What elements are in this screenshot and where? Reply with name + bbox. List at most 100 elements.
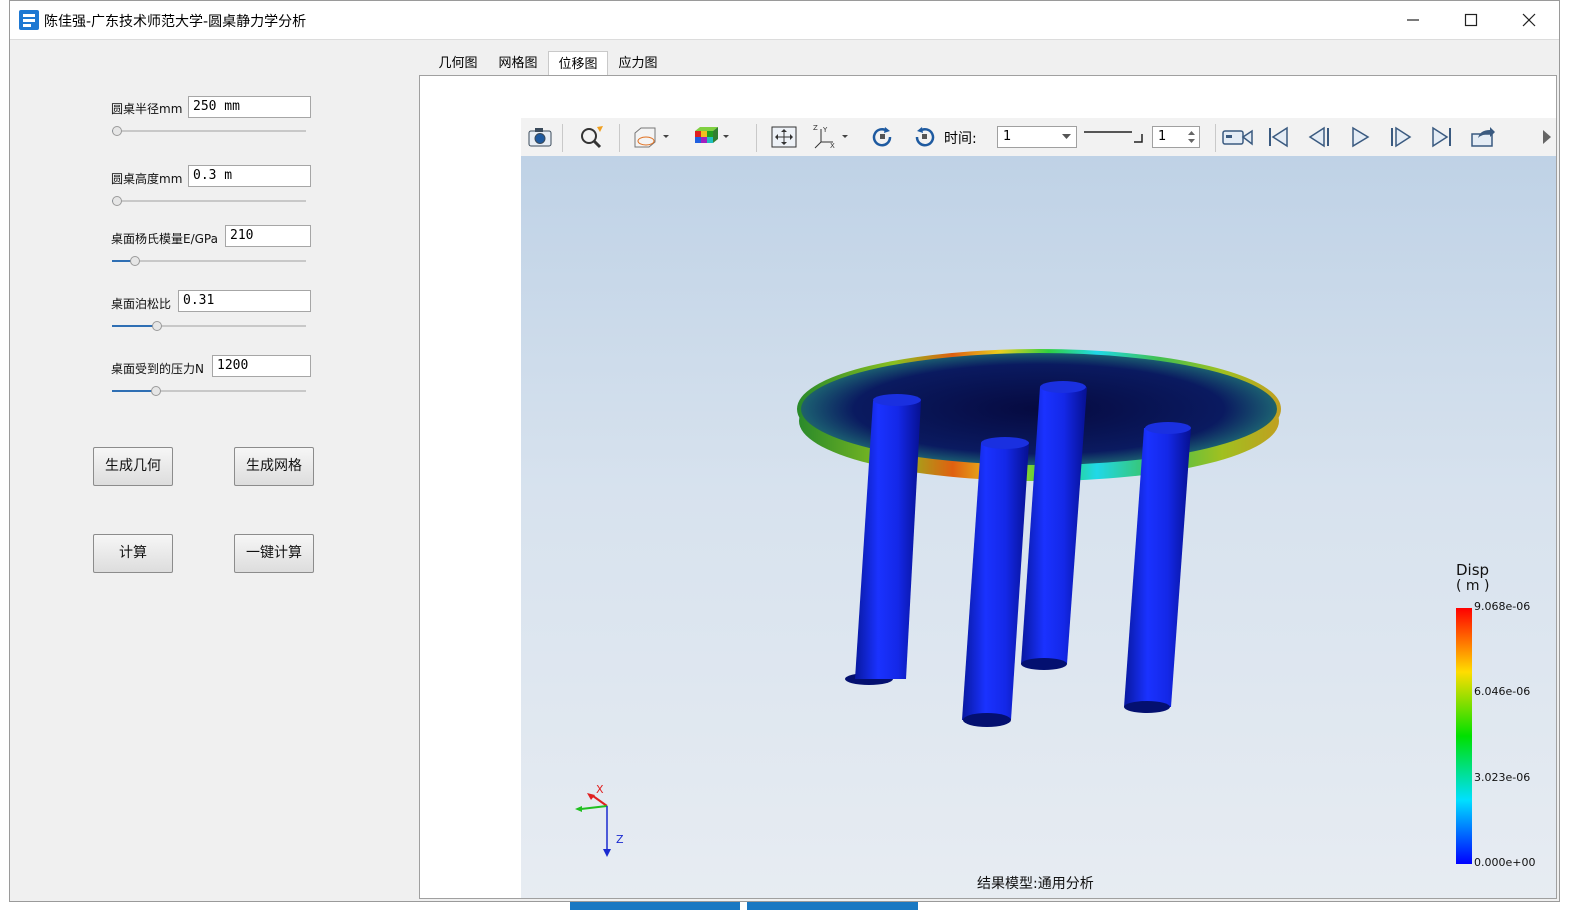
3d-viewport[interactable]: X Z Disp ( m ) 9.068e-06 6.046e-06 3.023… bbox=[521, 156, 1556, 898]
poisson-input[interactable]: 0.31 bbox=[178, 290, 311, 312]
play-button[interactable] bbox=[1345, 124, 1375, 150]
minimize-icon bbox=[1407, 19, 1419, 21]
radius-input[interactable]: 250 mm bbox=[188, 96, 311, 118]
one-click-compute-button[interactable]: 一键计算 bbox=[234, 534, 314, 573]
slider-fill bbox=[112, 390, 156, 392]
spinner-arrows-icon[interactable] bbox=[1188, 130, 1195, 144]
taskbar-strip bbox=[570, 902, 740, 910]
pressure-slider[interactable] bbox=[112, 386, 306, 396]
export-icon bbox=[1471, 127, 1495, 147]
time-label: 时间: bbox=[944, 131, 977, 147]
poisson-slider[interactable] bbox=[112, 321, 306, 331]
param-label-height: 圆桌高度mm bbox=[111, 172, 183, 186]
svg-text:Y: Y bbox=[822, 126, 828, 134]
time-select[interactable]: 1 bbox=[997, 126, 1077, 148]
last-frame-button[interactable] bbox=[1427, 124, 1457, 150]
close-icon bbox=[1522, 13, 1536, 27]
slider-thumb[interactable] bbox=[152, 321, 162, 331]
slider-fill bbox=[112, 325, 157, 327]
prev-frame-icon bbox=[1308, 126, 1329, 148]
legend-tick-1: 3.023e-06 bbox=[1474, 771, 1531, 784]
step-line-icon bbox=[1084, 131, 1143, 143]
slider-track bbox=[112, 200, 306, 202]
box-section-icon bbox=[634, 127, 669, 148]
slider-thumb[interactable] bbox=[112, 196, 122, 206]
zoom-icon bbox=[581, 126, 603, 149]
fit-view-button[interactable] bbox=[769, 124, 799, 150]
compute-button[interactable]: 计算 bbox=[93, 534, 173, 573]
axis-z-label: Z bbox=[616, 833, 624, 846]
play-icon bbox=[1352, 126, 1370, 148]
rotate-cw-button[interactable] bbox=[868, 124, 898, 150]
generate-mesh-button[interactable]: 生成网格 bbox=[234, 447, 314, 486]
param-label-youngs: 桌面杨氏模量E/GPa bbox=[111, 232, 218, 246]
toolbar-separator bbox=[619, 124, 620, 152]
minimize-button[interactable] bbox=[1384, 1, 1442, 39]
svg-text:Z: Z bbox=[813, 124, 818, 132]
rotate-ccw-icon bbox=[915, 127, 935, 147]
step-spinner[interactable]: 1 bbox=[1152, 126, 1200, 148]
height-input[interactable]: 0.3 m bbox=[188, 165, 311, 187]
record-icon bbox=[1222, 129, 1253, 146]
slider-thumb[interactable] bbox=[130, 256, 140, 266]
tab-geometry[interactable]: 几何图 bbox=[428, 51, 488, 76]
youngs-modulus-slider[interactable] bbox=[112, 256, 306, 266]
zoom-button[interactable] bbox=[577, 124, 607, 150]
window-title: 陈佳强-广东技术师范大学-圆桌静力学分析 bbox=[44, 14, 307, 30]
record-button[interactable] bbox=[1221, 124, 1255, 150]
legend-color-bar bbox=[1456, 608, 1472, 864]
table-leg bbox=[962, 437, 1029, 727]
height-slider[interactable] bbox=[112, 196, 306, 206]
legend-tick-min: 0.000e+00 bbox=[1474, 856, 1536, 869]
app-icon bbox=[19, 10, 39, 30]
param-label-pressure: 桌面受到的压力N bbox=[111, 362, 204, 376]
maximize-button[interactable] bbox=[1442, 1, 1500, 39]
first-frame-icon bbox=[1269, 126, 1288, 148]
color-cube-icon bbox=[695, 127, 729, 143]
slider-thumb[interactable] bbox=[151, 386, 161, 396]
legend-unit: ( m ) bbox=[1456, 578, 1490, 594]
step-spinner-value: 1 bbox=[1158, 129, 1167, 144]
next-frame-icon bbox=[1391, 126, 1412, 148]
title-bar: 陈佳强-广东技术师范大学-圆桌静力学分析 bbox=[10, 1, 1559, 40]
screenshot-button[interactable] bbox=[525, 124, 555, 150]
section-view-button[interactable] bbox=[631, 124, 671, 150]
youngs-modulus-input[interactable]: 210 bbox=[225, 225, 311, 247]
last-frame-icon bbox=[1432, 126, 1451, 148]
legend-tick-2: 6.046e-06 bbox=[1474, 685, 1531, 698]
export-button[interactable] bbox=[1468, 124, 1498, 150]
legend-title: Disp bbox=[1456, 561, 1490, 579]
slider-track bbox=[112, 260, 306, 262]
axes-icon: YX Z bbox=[813, 124, 848, 150]
param-label-radius: 圆桌半径mm bbox=[111, 102, 183, 116]
maximize-icon bbox=[1464, 13, 1478, 27]
close-button[interactable] bbox=[1500, 1, 1558, 39]
toolbar-separator bbox=[562, 124, 563, 152]
first-frame-button[interactable] bbox=[1263, 124, 1293, 150]
axes-view-button[interactable]: YX Z bbox=[811, 124, 851, 150]
pressure-input[interactable]: 1200 bbox=[212, 355, 311, 377]
fit-view-icon bbox=[771, 126, 797, 148]
generate-geometry-button[interactable]: 生成几何 bbox=[93, 447, 173, 486]
color-map-button[interactable] bbox=[691, 124, 731, 150]
next-frame-button[interactable] bbox=[1386, 124, 1416, 150]
previous-frame-button[interactable] bbox=[1304, 124, 1334, 150]
tab-displacement[interactable]: 位移图 bbox=[548, 51, 608, 76]
chevron-down-icon bbox=[1062, 134, 1071, 139]
tab-stress[interactable]: 应力图 bbox=[608, 51, 668, 76]
camera-icon bbox=[528, 128, 552, 147]
rotate-ccw-button[interactable] bbox=[909, 124, 939, 150]
toolbar-separator bbox=[1215, 124, 1216, 152]
tab-mesh[interactable]: 网格图 bbox=[488, 51, 548, 76]
slider-track bbox=[112, 130, 306, 132]
time-select-value: 1 bbox=[1003, 129, 1012, 144]
legend-tick-max: 9.068e-06 bbox=[1474, 600, 1531, 613]
slider-thumb[interactable] bbox=[112, 126, 122, 136]
main-window: 陈佳强-广东技术师范大学-圆桌静力学分析 圆桌半径mm 250 mm 圆桌高度m… bbox=[9, 0, 1560, 902]
axis-x-label: X bbox=[596, 783, 604, 796]
viewer-toolbar: YX Z 时间: 1 1 bbox=[521, 118, 1556, 157]
rotate-cw-icon bbox=[872, 127, 892, 147]
radius-slider[interactable] bbox=[112, 126, 306, 136]
toolbar-overflow-icon[interactable] bbox=[1541, 128, 1553, 146]
taskbar-strip bbox=[747, 902, 918, 910]
